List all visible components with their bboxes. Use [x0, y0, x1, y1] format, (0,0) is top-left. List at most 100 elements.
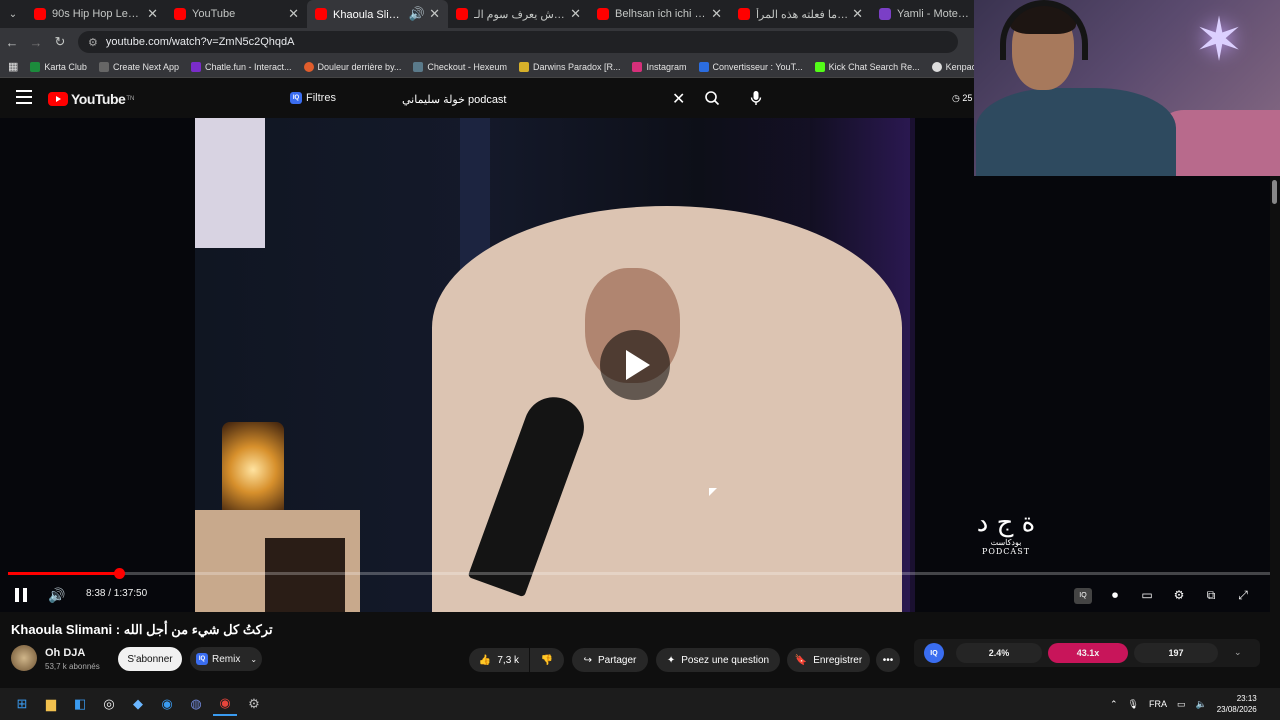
instagram-icon [632, 61, 643, 72]
url-field[interactable]: ⚙ youtube.com/watch?v=ZmN5c2QhqdA [78, 31, 958, 53]
settings-gear-icon[interactable]: ⚙ [1170, 588, 1188, 604]
yamli-favicon-icon [879, 8, 891, 20]
big-play-button[interactable] [600, 330, 670, 400]
bookmark-item[interactable]: Darwins Paradox [R... [518, 61, 620, 72]
bookmark-item[interactable]: Instagram [632, 61, 687, 72]
miniplayer-icon[interactable]: ⧉ [1202, 588, 1220, 604]
youtube-logo[interactable]: YouTube TN [48, 91, 134, 107]
youtube-favicon-icon [456, 8, 468, 20]
browser-tab[interactable]: غريب !! ما فعلته هذه المرأ ✕ [730, 0, 871, 28]
bookmark-favicon-icon [931, 61, 942, 72]
iq-player-icon[interactable]: IQ [1074, 588, 1092, 604]
bookmark-favicon-icon [98, 61, 109, 72]
language-indicator[interactable]: FRA [1149, 699, 1167, 709]
hamburger-menu-icon[interactable] [16, 90, 32, 104]
voice-search-button[interactable] [744, 86, 768, 110]
obs-icon[interactable]: ◎ [97, 692, 121, 716]
browser-tab[interactable]: Yamli - Moteur de Rech [871, 0, 981, 28]
bookmark-item[interactable]: Create Next App [98, 61, 179, 72]
browser-tab[interactable]: YouTube ✕ [166, 0, 307, 28]
apps-grid-icon[interactable]: ▦ [8, 60, 18, 73]
settings-gear-icon[interactable]: ⚙ [242, 692, 266, 716]
windows-start-icon[interactable]: ⊞ [10, 692, 34, 716]
timer-indicator: ◷ 25 [952, 93, 973, 103]
youtube-favicon-icon [34, 8, 46, 20]
fullscreen-icon[interactable]: ⤢ [1234, 588, 1252, 604]
reload-icon[interactable]: ↻ [48, 34, 72, 50]
chrome-icon[interactable]: ◉ [213, 692, 237, 716]
progress-bar[interactable] [8, 568, 1272, 579]
chevron-down-icon[interactable]: ⌄ [1234, 647, 1242, 658]
volume-icon[interactable]: 🔊 [48, 587, 65, 604]
microphone-icon[interactable]: 🎙 [1128, 699, 1139, 710]
browser-tab[interactable]: شكون باش يعرف سوم الـA ✕ [448, 0, 589, 28]
bookmark-item[interactable]: Kick Chat Search Re... [814, 61, 920, 72]
browser-tab[interactable]: 90s Hip Hop Legends – 2P ✕ [26, 0, 166, 28]
share-button[interactable]: ↪ Partager [572, 648, 648, 672]
browser-tab-active[interactable]: Khaoula Slimani : الله ... 🔊 ✕ [307, 0, 448, 28]
close-tab-icon[interactable]: ✕ [711, 6, 722, 22]
site-info-icon[interactable]: ⚙ [88, 36, 98, 49]
video-title: Khaoula Slimani : تركتُ كل شيء من أجل ال… [11, 622, 273, 637]
bookmark-item[interactable]: Convertisseur : YouT... [698, 61, 803, 72]
youtube-favicon-icon [738, 8, 750, 20]
like-button[interactable]: 👍 7,3 k [469, 648, 529, 672]
search-query-text: خولة سليماني podcast [402, 93, 507, 106]
back-icon[interactable]: ← [0, 35, 24, 50]
clear-search-icon[interactable]: ✕ [672, 89, 685, 109]
discord-icon[interactable]: ◍ [184, 692, 208, 716]
search-button[interactable] [700, 86, 724, 110]
search-input[interactable]: خولة سليماني podcast ✕ [394, 87, 694, 111]
logo-text: YouTube [71, 91, 126, 107]
store-icon[interactable]: ◧ [68, 692, 92, 716]
system-clock[interactable]: 23:13 23/08/2026 [1217, 693, 1257, 715]
youtube-play-icon [48, 92, 68, 106]
streamer-body [976, 88, 1176, 176]
steam-icon[interactable]: ◆ [126, 692, 150, 716]
scrollbar-thumb[interactable] [1272, 180, 1277, 204]
scrubber-handle[interactable] [114, 568, 125, 579]
page-scrollbar[interactable] [1270, 176, 1280, 612]
video-player[interactable]: ة ج د بودكاست PODCAST 🔊 8:38 / 1:37:50 I… [0, 118, 1280, 612]
app-icon[interactable]: ◉ [155, 692, 179, 716]
volume-icon[interactable]: 🔈 [1196, 699, 1207, 710]
network-icon[interactable]: ▭ [1177, 699, 1186, 710]
tab-search-chevron-icon[interactable]: ⌄ [0, 9, 26, 20]
save-button[interactable]: 🔖 Enregistrer [787, 648, 870, 672]
bookmark-item[interactable]: Karta Club [30, 61, 87, 72]
ask-question-button[interactable]: ✦ Posez une question [656, 648, 780, 672]
clock-icon: ◷ [952, 93, 960, 103]
stat-outlier: 43.1x [1048, 643, 1128, 663]
file-explorer-icon[interactable]: ▆ [39, 692, 63, 716]
channel-name[interactable]: Oh DJA [45, 647, 85, 659]
remix-button[interactable]: IQ Remix ⌄ [190, 647, 262, 671]
close-tab-icon[interactable]: ✕ [429, 6, 440, 22]
sparkle-icon: ✦ [666, 654, 676, 666]
wall-art [195, 118, 265, 248]
forward-icon[interactable]: → [24, 35, 48, 50]
dislike-button[interactable]: 👎 [530, 648, 564, 672]
close-tab-icon[interactable]: ✕ [852, 6, 863, 22]
system-tray: ⌃ 🎙 FRA ▭ 🔈 23:13 23/08/2026 [1110, 688, 1257, 720]
filters-button[interactable]: IQ Filtres [290, 92, 336, 104]
close-tab-icon[interactable]: ✕ [288, 6, 299, 22]
bookmark-item[interactable]: Checkout - Hexeum [413, 61, 507, 72]
speaker-icon[interactable]: 🔊 [409, 6, 425, 22]
tray-chevron-up-icon[interactable]: ⌃ [1110, 699, 1118, 710]
more-actions-button[interactable]: ••• [876, 648, 900, 672]
youtube-favicon-icon [597, 8, 609, 20]
close-tab-icon[interactable]: ✕ [147, 6, 158, 22]
close-tab-icon[interactable]: ✕ [570, 6, 581, 22]
iq-extension-icon[interactable]: IQ [924, 643, 944, 663]
pause-button[interactable] [15, 588, 27, 602]
subscribe-button[interactable]: S'abonner [118, 647, 182, 671]
search-icon [705, 91, 720, 106]
bookmark-item[interactable]: Douleur derrière by... [303, 61, 401, 72]
bookmark-item[interactable]: Chatle.fun - Interact... [190, 61, 292, 72]
iq-extension-icon: IQ [196, 653, 208, 665]
browser-tab[interactable]: Belhsan ich ichi ...Westik ✕ [589, 0, 730, 28]
autoplay-toggle[interactable]: ⏺ [1106, 588, 1124, 604]
channel-avatar[interactable] [11, 645, 37, 671]
stat-score: 197 [1134, 643, 1218, 663]
subtitles-icon[interactable]: ▭ [1138, 588, 1156, 604]
